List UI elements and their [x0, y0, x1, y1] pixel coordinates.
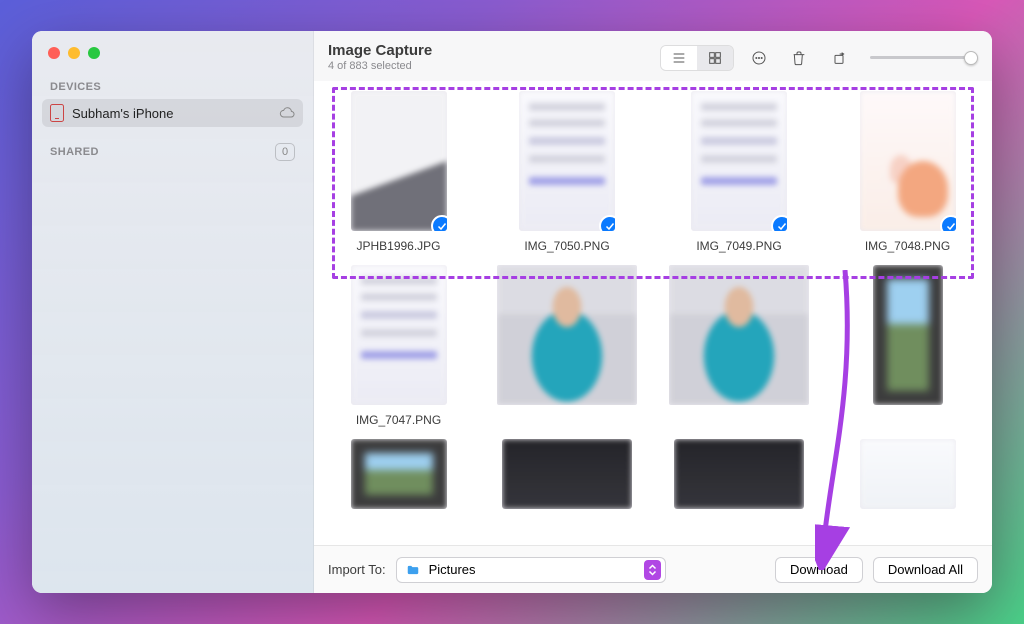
- grid-item[interactable]: IMG_7049.PNG: [669, 91, 809, 253]
- footer-bar: Import To: Pictures Download Download Al…: [314, 545, 992, 593]
- window-controls: [42, 45, 303, 77]
- grid-item[interactable]: [669, 439, 809, 509]
- sidebar: DEVICES Subham's iPhone SHARED 0: [32, 31, 314, 593]
- more-options-button[interactable]: [744, 45, 774, 71]
- thumbnail[interactable]: [351, 91, 447, 231]
- cloud-icon: [279, 105, 295, 121]
- grid-item[interactable]: [332, 439, 465, 509]
- main-panel: Image Capture 4 of 883 selected: [314, 31, 992, 593]
- folder-icon: [405, 563, 421, 577]
- list-view-button[interactable]: [661, 46, 697, 70]
- thumbnail-grid-area: JPHB1996.JPG IMG_7050.PNG IMG_7049.PNG I…: [314, 81, 992, 545]
- grid-view-button[interactable]: [697, 46, 733, 70]
- shared-count-badge: 0: [275, 143, 295, 161]
- minimize-window-button[interactable]: [68, 47, 80, 59]
- thumbnail[interactable]: [669, 265, 809, 405]
- thumbnail[interactable]: [502, 439, 632, 509]
- grid-item[interactable]: [497, 265, 637, 427]
- thumbnail[interactable]: [860, 439, 956, 509]
- toolbar: Image Capture 4 of 883 selected: [314, 31, 992, 81]
- grid-item[interactable]: [841, 265, 974, 427]
- filename-label: JPHB1996.JPG: [356, 239, 440, 253]
- select-stepper-icon: [644, 560, 661, 580]
- zoom-window-button[interactable]: [88, 47, 100, 59]
- grid-item[interactable]: IMG_7048.PNG: [841, 91, 974, 253]
- grid-item[interactable]: [497, 439, 637, 509]
- selected-check-icon: [599, 215, 615, 231]
- grid-item[interactable]: IMG_7047.PNG: [332, 265, 465, 427]
- filename-label: IMG_7047.PNG: [356, 413, 441, 427]
- thumbnail[interactable]: [873, 265, 943, 405]
- filename-label: IMG_7050.PNG: [524, 239, 609, 253]
- ellipsis-circle-icon: [751, 50, 767, 66]
- sidebar-section-shared: SHARED: [50, 146, 99, 158]
- thumbnail[interactable]: [351, 265, 447, 405]
- filename-label: IMG_7048.PNG: [865, 239, 950, 253]
- thumbnail[interactable]: [351, 439, 447, 509]
- rotate-button[interactable]: [824, 45, 854, 71]
- import-to-label: Import To:: [328, 562, 386, 577]
- delete-button[interactable]: [784, 45, 814, 71]
- thumbnail[interactable]: [860, 91, 956, 231]
- sidebar-item-device[interactable]: Subham's iPhone: [42, 99, 303, 127]
- thumbnail-size-slider[interactable]: [870, 56, 978, 59]
- list-icon: [671, 50, 687, 66]
- download-all-button[interactable]: Download All: [873, 557, 978, 583]
- download-button[interactable]: Download: [775, 557, 863, 583]
- thumbnail-grid[interactable]: JPHB1996.JPG IMG_7050.PNG IMG_7049.PNG I…: [332, 85, 974, 509]
- thumbnail[interactable]: [519, 91, 615, 231]
- device-name: Subham's iPhone: [72, 106, 174, 121]
- grid-item[interactable]: [841, 439, 974, 509]
- thumbnail[interactable]: [674, 439, 804, 509]
- grid-icon: [707, 50, 723, 66]
- thumbnail[interactable]: [691, 91, 787, 231]
- image-capture-window: DEVICES Subham's iPhone SHARED 0 Image C…: [32, 31, 992, 593]
- close-window-button[interactable]: [48, 47, 60, 59]
- filename-label: IMG_7049.PNG: [696, 239, 781, 253]
- view-switcher: [660, 45, 734, 71]
- iphone-icon: [50, 104, 64, 122]
- app-title: Image Capture: [328, 43, 432, 60]
- selected-check-icon: [771, 215, 787, 231]
- rotate-icon: [831, 50, 847, 66]
- sidebar-section-devices: DEVICES: [42, 77, 303, 97]
- grid-item[interactable]: IMG_7050.PNG: [497, 91, 637, 253]
- selection-status: 4 of 883 selected: [328, 60, 432, 72]
- trash-icon: [791, 50, 807, 66]
- destination-select[interactable]: Pictures: [396, 557, 666, 583]
- grid-item[interactable]: [669, 265, 809, 427]
- destination-value: Pictures: [429, 562, 636, 577]
- grid-item[interactable]: JPHB1996.JPG: [332, 91, 465, 253]
- thumbnail[interactable]: [497, 265, 637, 405]
